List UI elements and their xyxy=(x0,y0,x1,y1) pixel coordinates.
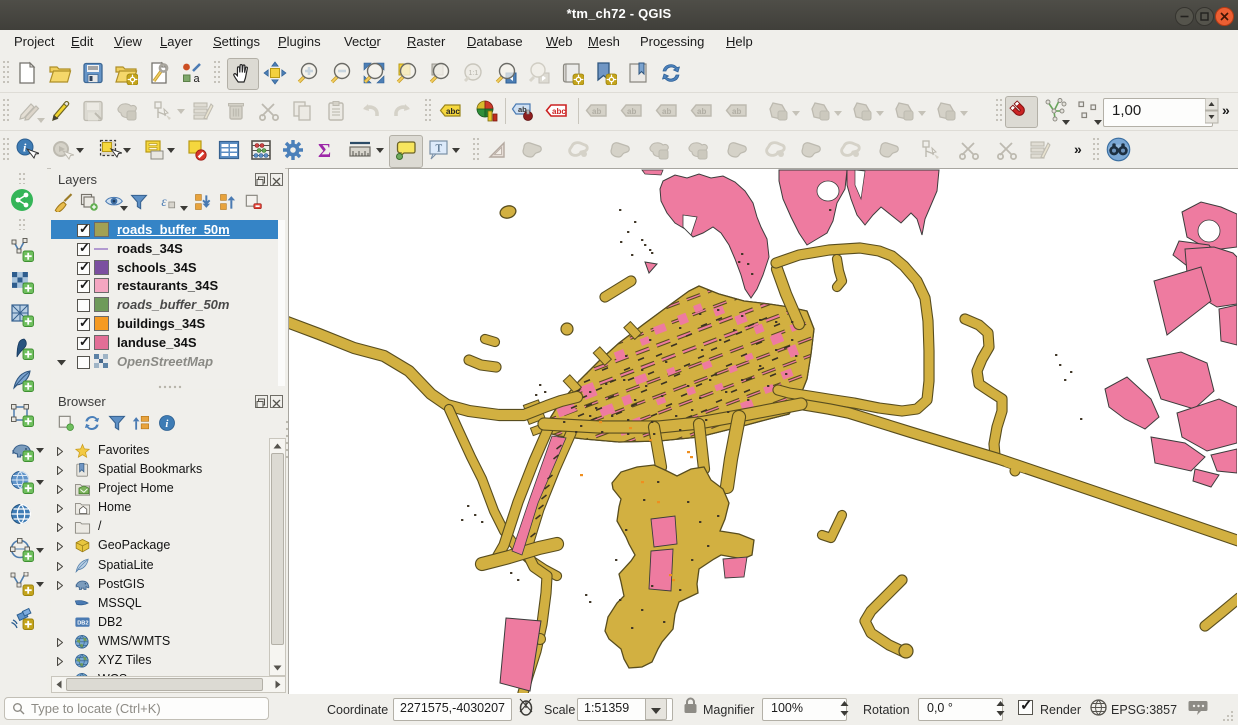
svg-text:1:1: 1:1 xyxy=(469,70,479,77)
svg-text:ab: ab xyxy=(697,107,706,116)
svg-text:T: T xyxy=(436,143,443,155)
svg-text:ε: ε xyxy=(161,194,167,209)
svg-text:DB2: DB2 xyxy=(77,620,88,626)
svg-text:ab: ab xyxy=(627,107,636,116)
svg-text:abc: abc xyxy=(446,107,460,116)
svg-text:a: a xyxy=(194,73,201,85)
svg-text:ab: ab xyxy=(662,107,671,116)
svg-text:ab: ab xyxy=(732,107,741,116)
svg-text:ab: ab xyxy=(592,107,601,116)
svg-text:i: i xyxy=(165,418,168,430)
svg-text:Σ: Σ xyxy=(318,140,331,162)
svg-text:abc: abc xyxy=(552,107,566,116)
